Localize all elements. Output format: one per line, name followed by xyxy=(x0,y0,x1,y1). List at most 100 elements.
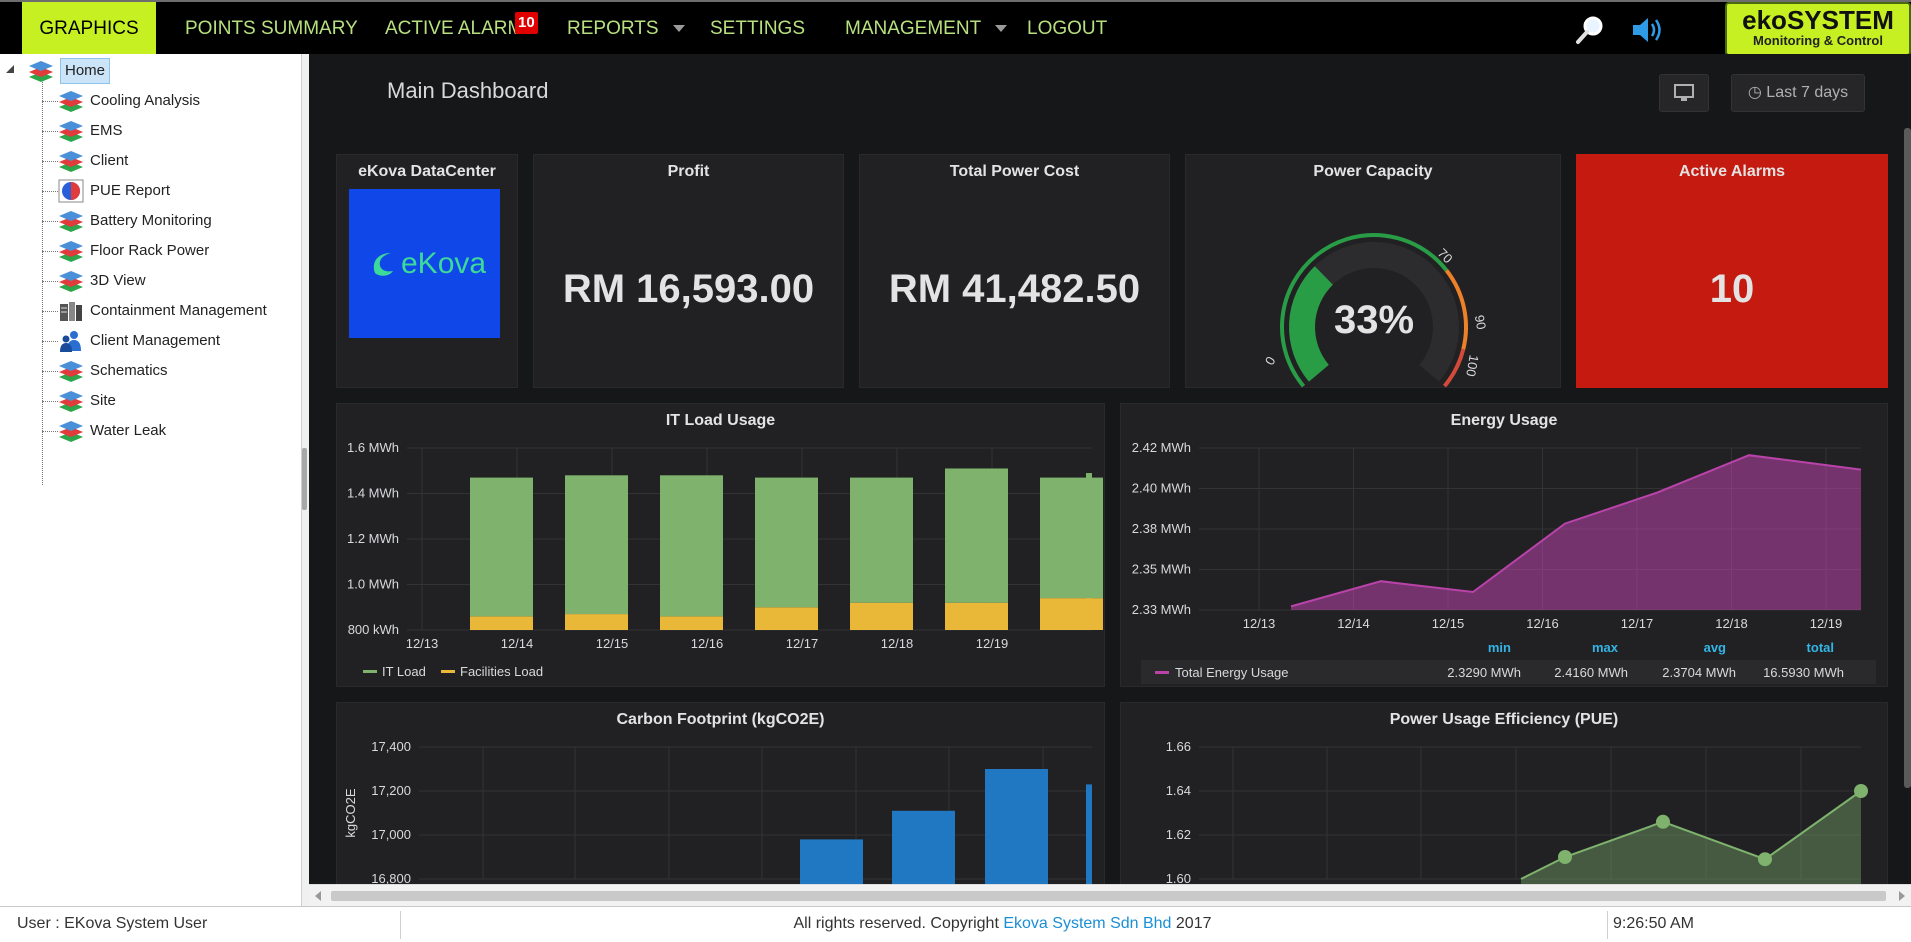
tree-item-label: EMS xyxy=(90,122,123,139)
x-tick-label: 12/15 xyxy=(596,636,629,651)
clock-icon: ◷ xyxy=(1747,84,1762,101)
dashboard: Main Dashboard ◷ Last 7 days eKova DataC… xyxy=(309,54,1911,884)
legend-value: 2.3290 MWh xyxy=(1447,665,1521,680)
y-tick-label: 17,000 xyxy=(371,827,411,842)
tree-item-label: Cooling Analysis xyxy=(90,92,201,109)
nav-management[interactable]: MANAGEMENT xyxy=(845,2,1008,56)
ekosystem-logo: ekoSYSTEM Monitoring & Control xyxy=(1725,2,1911,56)
pue-area xyxy=(1521,791,1861,884)
profit-value: RM 16,593.00 xyxy=(562,267,815,311)
layers-icon xyxy=(59,391,83,412)
profit-panel: Profit RM 16,593.00 xyxy=(533,154,844,388)
tree-connector xyxy=(42,341,58,342)
power-capacity-gauge: 0 70 90 100 33% xyxy=(1262,233,1489,388)
tree-connector xyxy=(42,251,58,252)
alarm-count-badge[interactable]: 10 xyxy=(515,12,538,34)
nav-settings[interactable]: SETTINGS xyxy=(710,2,805,56)
layers-icon xyxy=(29,61,53,82)
y-tick-label: 16,800 xyxy=(371,871,411,884)
tree-connector xyxy=(42,80,43,485)
bar-it-load xyxy=(470,477,533,617)
navigation-tree: Home Cooling Analysis EMS Client PUE Report B… xyxy=(0,54,302,906)
tree-connector xyxy=(42,191,58,192)
y-tick-label: 1.62 xyxy=(1166,827,1191,842)
legend-header: max xyxy=(1592,640,1619,655)
layers-icon xyxy=(59,361,83,382)
logo-subtitle: Monitoring & Control xyxy=(1753,33,1883,48)
layers-icon xyxy=(59,421,83,442)
energy-usage-panel: Energy Usage 2.33 MWh 2.35 MWh 2.38 MWh 2.4… xyxy=(1120,403,1888,687)
power-capacity-panel: Power Capacity 0 70 90 100 33% xyxy=(1185,154,1561,388)
horizontal-scrollbar[interactable] xyxy=(309,884,1911,906)
legend-swatch xyxy=(363,670,377,673)
pue-panel: Power Usage Efficiency (PUE) 1.60 1.62 1.6… xyxy=(1120,702,1888,884)
status-divider xyxy=(1607,911,1608,939)
scroll-left-arrow-icon[interactable] xyxy=(315,891,321,901)
nav-management-label: MANAGEMENT xyxy=(845,18,982,39)
ekova-logo-text: eKova xyxy=(401,247,487,280)
pie-icon xyxy=(58,179,84,203)
y-tick-label: 2.38 MWh xyxy=(1132,521,1191,536)
speaker-icon[interactable] xyxy=(1630,14,1666,46)
time-range-label: Last 7 days xyxy=(1766,84,1849,101)
it-load-panel: IT Load Usage 800 kWh 1.0 MWh 1.2 MWh 1.4 M… xyxy=(336,403,1105,687)
power-cost-title: Total Power Cost xyxy=(949,163,1080,180)
bar-facilities-load xyxy=(1040,598,1103,630)
x-tick-label: 12/15 xyxy=(1432,616,1465,631)
tree-connector xyxy=(42,281,58,282)
y-tick-label: 1.60 xyxy=(1166,871,1191,884)
legend-label: Facilities Load xyxy=(460,664,543,679)
current-user: User : EKova System User xyxy=(17,915,208,932)
y-tick-label: 2.33 MWh xyxy=(1132,602,1191,617)
x-tick-label: 12/18 xyxy=(881,636,914,651)
tree-item-label: Water Leak xyxy=(90,422,167,439)
active-alarms-panel[interactable]: Active Alarms 10 xyxy=(1576,154,1888,388)
y-tick-label: 2.40 MWh xyxy=(1132,481,1191,496)
copyright-year: 2017 xyxy=(1175,915,1212,932)
x-tick-label: 12/14 xyxy=(501,636,534,651)
carbon-footprint-chart: 16,800 17,000 17,200 17,400 kgCO2E xyxy=(343,739,1092,884)
active-alarms-value: 10 xyxy=(1709,267,1755,311)
y-tick-label: 1.66 xyxy=(1166,739,1191,754)
nav-reports[interactable]: REPORTS xyxy=(567,2,685,56)
nav-graphics[interactable]: GRAPHICS xyxy=(22,2,156,56)
y-tick-label: 1.2 MWh xyxy=(347,531,399,546)
ekova-leaf-icon xyxy=(373,253,393,276)
energy-usage-chart: 2.33 MWh 2.35 MWh 2.38 MWh 2.40 MWh 2.42 MWh… xyxy=(1132,440,1876,684)
horizontal-scroll-thumb[interactable] xyxy=(331,891,1886,901)
y-tick-label: 1.4 MWh xyxy=(347,486,399,501)
tree-collapse-icon[interactable] xyxy=(4,64,16,74)
splitter-grip[interactable] xyxy=(302,448,307,510)
tv-mode-button[interactable] xyxy=(1659,74,1709,112)
copyright-prefix: All rights reserved. Copyright xyxy=(793,915,999,932)
layers-icon xyxy=(59,271,83,292)
y-tick-label: 17,200 xyxy=(371,783,411,798)
pue-chart: 1.60 1.62 1.64 1.66 xyxy=(1166,739,1868,884)
y-tick-label: 800 kWh xyxy=(348,622,399,637)
legend-value: 2.3704 MWh xyxy=(1662,665,1736,680)
bar-it-load xyxy=(565,475,628,615)
y-tick-label: 1.64 xyxy=(1166,783,1191,798)
nav-logout[interactable]: LOGOUT xyxy=(1027,2,1107,56)
tree-item-label: PUE Report xyxy=(90,182,171,199)
gauge-tick-label: 90 xyxy=(1472,314,1489,331)
tree-item-label: Containment Management xyxy=(90,302,267,319)
tree-item-label: 3D View xyxy=(90,272,146,289)
gauge-tick-label: 100 xyxy=(1463,354,1482,378)
nav-active-alarms[interactable]: ACTIVE ALARMS xyxy=(385,2,536,56)
tree-connector xyxy=(42,161,58,162)
search-icon[interactable] xyxy=(1574,14,1606,46)
bar-carbon xyxy=(800,839,863,884)
legend-header: avg xyxy=(1704,640,1726,655)
tree-connector xyxy=(42,371,58,372)
dashboard-vertical-scrollbar[interactable] xyxy=(1904,128,1911,788)
scroll-right-arrow-icon[interactable] xyxy=(1899,891,1905,901)
gauge-value-arc xyxy=(1289,266,1334,382)
bar-it-load xyxy=(850,477,913,603)
nav-points-summary[interactable]: POINTS SUMMARY xyxy=(185,2,358,56)
bar-it-load xyxy=(945,468,1008,603)
y-tick-label: 2.35 MWh xyxy=(1132,562,1191,577)
layers-icon xyxy=(59,241,83,262)
copyright-company-link[interactable]: Ekova System Sdn Bhd xyxy=(1003,915,1171,932)
time-range-button[interactable]: ◷ Last 7 days xyxy=(1731,74,1865,112)
